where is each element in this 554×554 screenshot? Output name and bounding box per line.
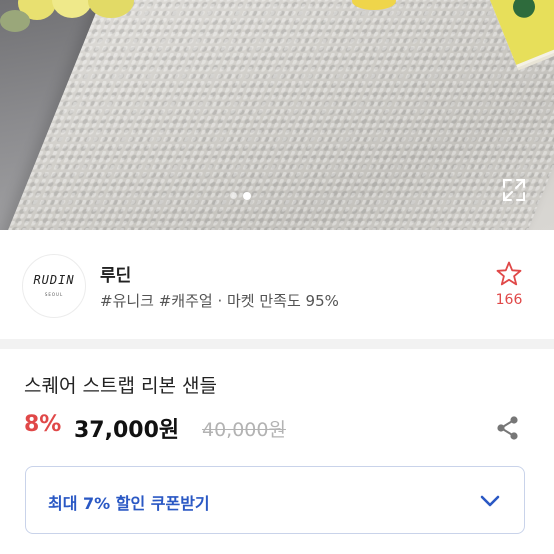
expand-icon[interactable] bbox=[501, 177, 527, 203]
shop-logo[interactable]: RUDIN SEOUL bbox=[22, 254, 86, 318]
carousel-dot-active[interactable] bbox=[243, 191, 251, 200]
flowers-decoration bbox=[0, 0, 150, 32]
coupon-label: 최대 7% 할인 쿠폰받기 bbox=[48, 494, 210, 513]
carousel-dot[interactable] bbox=[230, 192, 237, 199]
shop-name[interactable]: 루딘 bbox=[100, 261, 131, 286]
logo-subtext: SEOUL bbox=[44, 292, 64, 297]
section-divider bbox=[0, 339, 554, 349]
favorite-count: 166 bbox=[495, 292, 523, 308]
coupon-button[interactable]: 최대 7% 할인 쿠폰받기 bbox=[25, 466, 525, 534]
shop-meta: #유니크 #캐주얼 · 마켓 만족도 95% bbox=[100, 292, 339, 310]
original-price: 40,000원 bbox=[202, 419, 286, 441]
star-icon[interactable] bbox=[495, 260, 523, 288]
share-icon[interactable] bbox=[494, 414, 522, 442]
product-image-carousel[interactable] bbox=[0, 0, 554, 230]
discount-rate: 8% bbox=[24, 412, 62, 437]
product-title: 스퀘어 스트랩 리본 샌들 bbox=[24, 375, 217, 397]
sale-price: 37,000원 bbox=[74, 418, 180, 443]
carousel-indicator bbox=[230, 191, 251, 200]
logo-text: RUDIN bbox=[33, 273, 75, 287]
chevron-down-icon bbox=[480, 495, 500, 507]
